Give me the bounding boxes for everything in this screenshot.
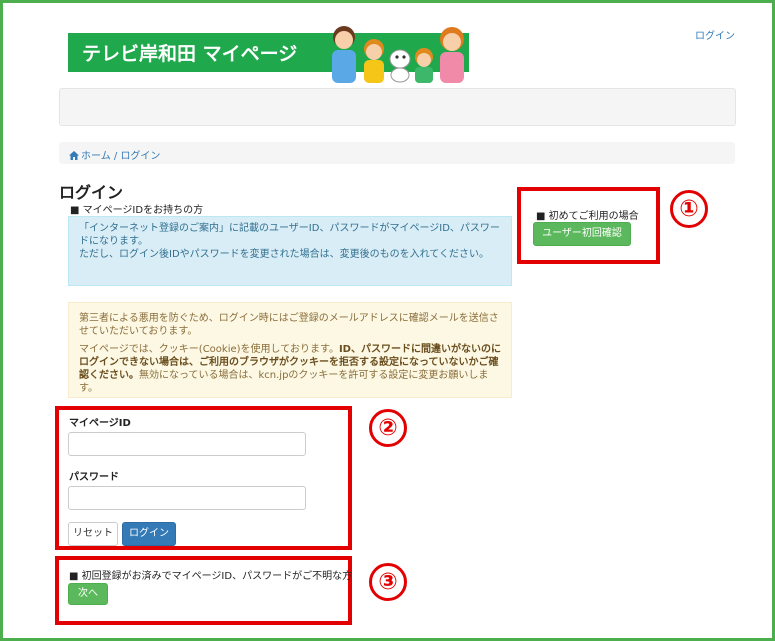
warning-alert: 第三者による悪用を防ぐため、ログイン時にはご登録のメールアドレスに確認メールを送… <box>68 302 512 398</box>
annotation-number-1: ① <box>670 190 708 228</box>
breadcrumb-home-link[interactable]: ホーム <box>81 151 111 162</box>
annotation-number-3: ③ <box>369 563 407 601</box>
annotation-number-2: ② <box>369 409 407 447</box>
first-time-check-button[interactable]: ユーザー初回確認 <box>533 222 631 246</box>
navigation-bar <box>59 88 736 126</box>
family-illustration-icon <box>332 26 464 83</box>
mypage-id-label: マイページID <box>69 418 131 429</box>
info-alert: 「インターネット登録のご案内」に記載のユーザーID、パスワードがマイページID、… <box>68 216 512 286</box>
warning-text-para2-prefix: マイページでは、クッキー(Cookie)を使用しております。 <box>79 344 339 355</box>
existing-users-label: ■ マイページIDをお持ちの方 <box>70 205 204 216</box>
breadcrumb: ホーム / ログイン <box>59 142 735 164</box>
info-text-line1: 「インターネット登録のご案内」に記載のユーザーID、パスワードがマイページID、… <box>79 223 500 247</box>
home-icon <box>69 151 79 160</box>
password-label: パスワード <box>69 472 119 483</box>
site-banner-logo[interactable]: テレビ岸和田 マイページ <box>68 26 469 83</box>
breadcrumb-current: ログイン <box>120 151 161 162</box>
warning-text-para2-suffix: 無効になっている場合は、kcn.jpのクッキーを許可する設定に変更お願いします。 <box>79 370 489 394</box>
next-button[interactable]: 次へ <box>68 583 108 605</box>
login-button[interactable]: ログイン <box>122 522 176 546</box>
warning-text-para1: 第三者による悪用を防ぐため、ログイン時にはご登録のメールアドレスに確認メールを送… <box>79 313 499 337</box>
breadcrumb-separator: / <box>110 151 121 162</box>
password-input[interactable] <box>68 486 306 510</box>
mypage-id-input[interactable] <box>68 432 306 456</box>
info-text-line2: ただし、ログイン後IDやパスワードを変更された場合は、変更後のものを入れてくださ… <box>79 249 490 260</box>
header-login-link[interactable]: ログイン <box>695 27 735 42</box>
first-time-label: ■ 初めてご利用の場合 <box>536 211 639 222</box>
reset-button[interactable]: リセット <box>68 522 118 546</box>
banner-title: テレビ岸和田 マイページ <box>82 43 298 65</box>
forgot-credentials-label: ■ 初回登録がお済みでマイページID、パスワードがご不明な方 <box>69 571 353 582</box>
page-title: ログイン <box>59 183 124 202</box>
